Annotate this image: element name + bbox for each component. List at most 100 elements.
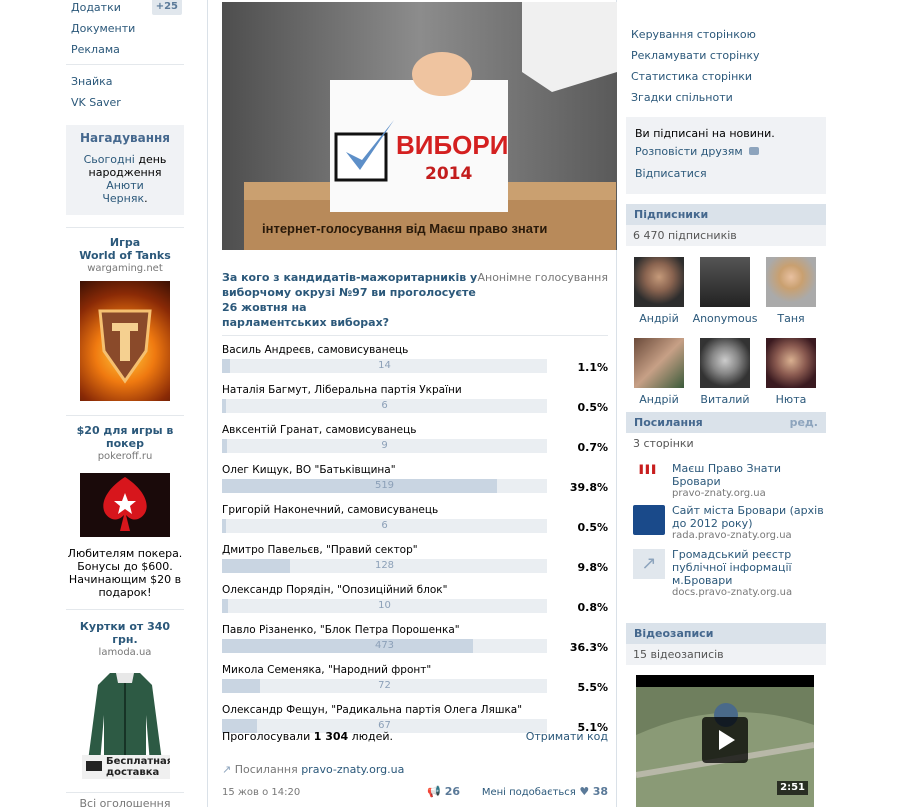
subscribers-header[interactable]: Підписники [626, 204, 826, 225]
poll-option-percent: 39.8% [569, 481, 608, 494]
promote-page-link[interactable]: Рекламувати сторінку [626, 45, 826, 66]
link-item[interactable]: ▌▌▌ Маєш Право Знати Бровари pravo-znaty… [626, 459, 826, 501]
poll-option-name: Олександр Порядін, "Опозиційний блок" [222, 584, 448, 596]
ad-image: Бесплатная доставка [80, 665, 170, 783]
video-thumbnail[interactable]: 2:51 [636, 675, 814, 807]
poll-footer: Проголосували 1 304 людей. Отримати код [222, 730, 608, 746]
manage-page-link[interactable]: Керування сторінкою [626, 24, 826, 45]
mentions-link[interactable]: Згадки спільноти [626, 87, 826, 108]
avatar [700, 338, 750, 388]
menu-item-label: Додатки [71, 1, 121, 14]
link-title: м.Бровари [672, 574, 733, 587]
heart-icon: ♥ [579, 785, 590, 798]
post-link-label: Посилання [234, 763, 298, 776]
comment-icon [749, 147, 760, 155]
subscriber-item[interactable]: Андрій [626, 257, 692, 326]
reminder-today-link[interactable]: Сьогодні [84, 153, 135, 166]
ad-domain: pokeroff.ru [97, 451, 153, 462]
avatar [634, 257, 684, 307]
poll-option-votes: 14 [378, 360, 391, 371]
poll-option: Наталія Багмут, Ліберальна партія Україн… [222, 376, 608, 416]
like-count: 38 [592, 785, 608, 798]
poll-option-percent: 5.5% [577, 681, 608, 694]
play-button[interactable] [702, 717, 748, 763]
get-code-link[interactable]: Отримати код [526, 730, 608, 743]
poll-option-name: Наталія Багмут, Ліберальна партія Україн… [222, 384, 462, 396]
menu-item-documents[interactable]: Документи [66, 18, 184, 39]
badge-text: доставка [106, 767, 160, 778]
page-stats-link[interactable]: Статистика сторінки [626, 66, 826, 87]
ad-poker[interactable]: $20 для игры в покер pokeroff.ru Любител… [66, 424, 184, 599]
poll-option-votes: 473 [374, 640, 395, 651]
ad-title: $20 для игры в [76, 424, 174, 437]
banner-year: 2014 [425, 164, 473, 184]
poll-option-percent: 1.1% [577, 361, 608, 374]
subscriber-item[interactable]: Виталий [692, 338, 758, 407]
poll-option-name: Олег Кищук, ВО "Батьківщина" [222, 464, 396, 476]
poll-option: Олег Кищук, ВО "Батьківщина" 519 39.8% [222, 456, 608, 496]
menu-item-ads[interactable]: Реклама [66, 39, 184, 60]
like-button[interactable]: Мені подобається ♥ 38 [482, 782, 608, 803]
ad-image [80, 473, 170, 537]
post-link-domain[interactable]: pravo-znaty.org.ua [301, 763, 404, 776]
poll-option-name: Микола Семеняка, "Народний фронт" [222, 664, 432, 676]
subscriber-item[interactable]: Нюта [758, 338, 824, 407]
subscriber-name: Виталий [700, 393, 750, 406]
videos-count[interactable]: 15 відеозаписів [626, 644, 826, 665]
videos-header[interactable]: Відеозаписи [626, 623, 826, 644]
ad-divider [66, 792, 184, 793]
poll-option-votes: 6 [381, 520, 388, 531]
menu-item-label: VK Saver [71, 96, 121, 109]
poll-option-percent: 0.8% [577, 601, 608, 614]
ad-text: Начинающим $20 в [68, 573, 182, 586]
subscriber-item[interactable]: Anonymous [692, 257, 758, 326]
poll-type: Анонімне голосування [477, 271, 608, 284]
poll-question-line: парламентських виборах? [222, 316, 390, 329]
unsubscribe-link[interactable]: Відписатися [635, 161, 818, 187]
subscriber-name: Андрій [639, 393, 679, 406]
subscriber-name: Андрій [639, 312, 679, 325]
menu-item-vk-saver[interactable]: VK Saver [66, 92, 184, 113]
poll-option: Авксентій Гранат, самовисуванець 9 0.7% [222, 416, 608, 456]
ad-lamoda[interactable]: Куртки от 340 грн. lamoda.ua Бесплатная … [66, 620, 184, 783]
menu-item-znayka[interactable]: Знайка [66, 71, 184, 92]
poll-option-percent: 9.8% [577, 561, 608, 574]
page: Додатки +25 Документи Реклама Знайка VK … [0, 0, 907, 807]
link-item[interactable]: Сайт міста Бровари (архів до 2012 року) … [626, 501, 826, 545]
tell-friends-button[interactable]: Розповісти друзям [635, 143, 818, 161]
voted-count: 1 304 [313, 730, 349, 743]
link-domain: rada.pravo-znaty.org.ua [672, 530, 792, 541]
subscriber-item[interactable]: Андрій [626, 338, 692, 407]
subscribers-grid: Андрій Anonymous Таня Андрій Виталий Нют… [626, 246, 826, 411]
reminder-title: Нагадування [80, 131, 170, 145]
link-domain: pravo-znaty.org.ua [672, 488, 766, 499]
post-date[interactable]: 15 жов о 14:20 [222, 787, 300, 798]
all-ads-link[interactable]: Всі оголошення [66, 797, 184, 807]
poll-option-votes: 519 [374, 480, 395, 491]
menu-item-apps[interactable]: Додатки +25 [66, 0, 184, 18]
voted-suffix: людей. [351, 730, 393, 743]
share-button[interactable]: 📢 26 [427, 782, 460, 802]
poll-option-name: Авксентій Гранат, самовисуванець [222, 424, 417, 436]
ad-world-of-tanks[interactable]: Игра World of Tanks wargaming.net [66, 236, 184, 401]
elections-banner[interactable]: ВИБОРИ 2014 інтернет-голосування від Має… [222, 2, 617, 250]
poll-option-bar: 473 [222, 639, 547, 653]
poll-option-percent: 36.3% [569, 641, 608, 654]
pravo-znaty-logo-icon: ▌▌▌ [633, 463, 665, 493]
subscribers-count[interactable]: 6 470 підписників [626, 225, 826, 246]
link-item[interactable]: ↗ Громадський реєстр публічної інформаці… [626, 545, 826, 607]
avatar [766, 257, 816, 307]
ad-divider [66, 415, 184, 416]
reminder-text: день [138, 153, 167, 166]
links-edit-link[interactable]: ред. [790, 412, 818, 433]
subscriber-item[interactable]: Таня [758, 257, 824, 326]
poll-question: За кого з кандидатів-мажоритарників у ви… [222, 270, 484, 330]
poll-option: Григорій Наконечний, самовисуванець 6 0.5% [222, 496, 608, 536]
ad-text: Любителям покера. [67, 547, 183, 560]
post-footer: ↗ Посилання pravo-znaty.org.ua 15 жов о … [222, 762, 608, 802]
reminder-name-link[interactable]: Анюти [106, 179, 144, 192]
links-header[interactable]: Посилання ред. [626, 412, 826, 433]
reminder-surname-link[interactable]: Черняк [102, 192, 144, 205]
ad-divider [66, 227, 184, 228]
voted-label: Проголосували [222, 730, 311, 743]
